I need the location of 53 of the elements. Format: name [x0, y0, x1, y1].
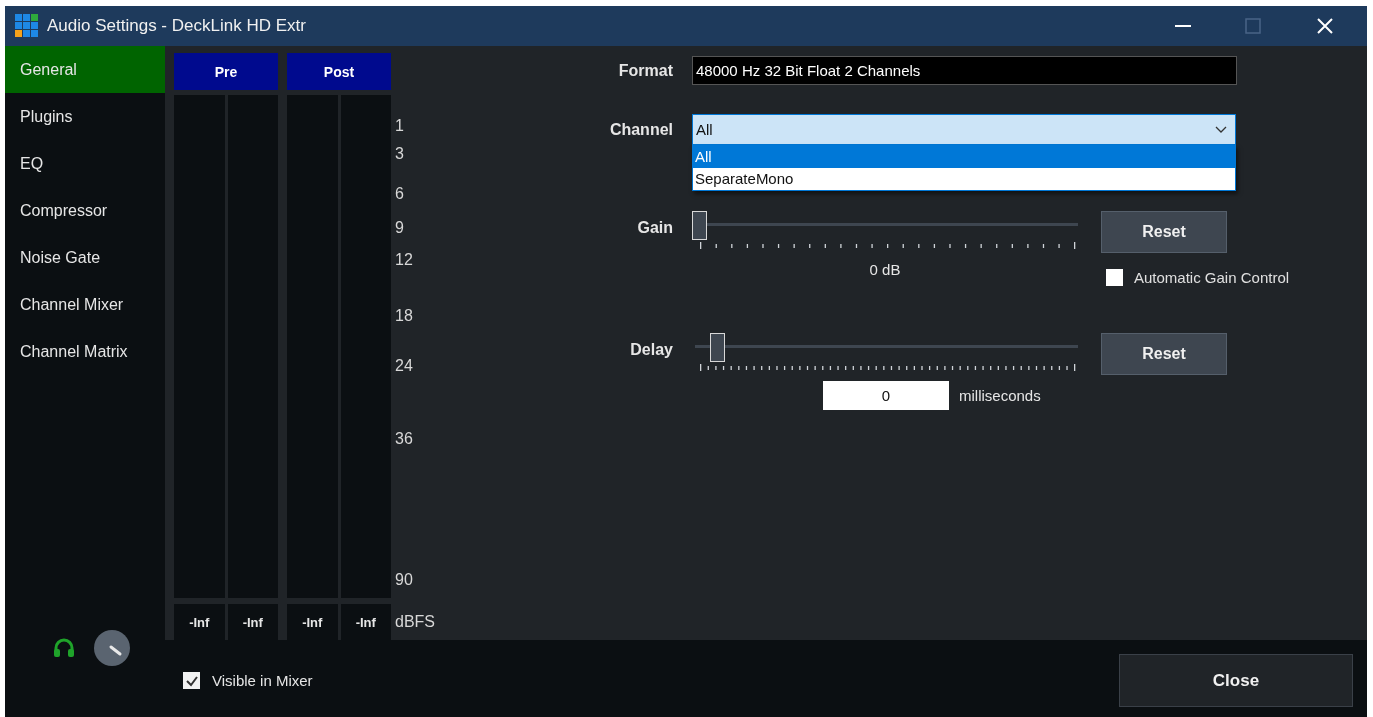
chevron-down-icon: [1215, 125, 1227, 134]
sidebar-item[interactable]: Plugins: [5, 93, 165, 140]
scale-label: 90: [394, 571, 413, 589]
meter-reading: -Inf: [340, 604, 391, 640]
headphones-icon: [53, 638, 75, 658]
checkbox-label: Automatic Gain Control: [1134, 269, 1290, 286]
gain-slider[interactable]: [692, 211, 1078, 251]
minimize-icon: [1175, 25, 1191, 27]
slider-thumb[interactable]: [710, 333, 726, 362]
close-icon: [1317, 18, 1333, 34]
sidebar-item[interactable]: Compressor: [5, 187, 165, 234]
reset-button[interactable]: Reset: [1101, 211, 1227, 253]
delay-unit: milliseconds: [959, 387, 1041, 404]
meter-unit: dBFS: [395, 613, 435, 631]
window-title: Audio Settings - DeckLink HD Extr: [47, 16, 306, 36]
meter-header: Pre: [174, 53, 278, 90]
gain-label: Gain: [636, 218, 673, 238]
sidebar-item[interactable]: General: [5, 46, 165, 93]
scale-label: 18: [394, 307, 413, 325]
sidebar-item[interactable]: Channel Mixer: [5, 281, 165, 328]
scale-label: 6: [394, 185, 404, 203]
slider-thumb[interactable]: [692, 211, 707, 240]
meter-reading: -Inf: [287, 604, 338, 640]
scale-label: 1: [394, 117, 404, 135]
delay-label: Delay: [629, 340, 673, 360]
channel-dropdown[interactable]: All: [692, 114, 1236, 145]
scale-label: 12: [394, 251, 413, 269]
checkbox[interactable]: [183, 672, 200, 689]
dropdown-option[interactable]: All: [693, 146, 1235, 168]
reset-button[interactable]: Reset: [1101, 333, 1227, 375]
scale-label: 24: [394, 357, 413, 375]
meter-reading: -Inf: [174, 604, 225, 640]
meter-reading: -Inf: [227, 604, 278, 640]
sidebar-item[interactable]: Noise Gate: [5, 234, 165, 281]
sidebar-item[interactable]: EQ: [5, 140, 165, 187]
maximize-icon: [1245, 18, 1261, 34]
scale-label: 3: [394, 145, 404, 163]
channel-label: Channel: [608, 120, 673, 139]
gain-reading: 0 dB: [869, 260, 901, 278]
delay-input[interactable]: 0: [823, 381, 949, 410]
checkbox[interactable]: [1106, 269, 1123, 286]
sidebar-item[interactable]: Channel Matrix: [5, 328, 165, 375]
scale-label: 36: [394, 430, 413, 448]
delay-slider[interactable]: [692, 333, 1078, 373]
dropdown-option[interactable]: SeparateMono: [693, 168, 1235, 190]
format-label: Format: [617, 61, 673, 80]
close-button[interactable]: Close: [1119, 654, 1353, 707]
meter-header: Post: [287, 53, 391, 90]
volume-knob[interactable]: [93, 629, 131, 667]
format-field: 48000 Hz 32 Bit Float 2 Channels: [692, 56, 1237, 85]
scale-label: 9: [394, 219, 404, 237]
app-logo-icon: [15, 14, 39, 38]
checkbox-label: Visible in Mixer: [212, 672, 313, 689]
